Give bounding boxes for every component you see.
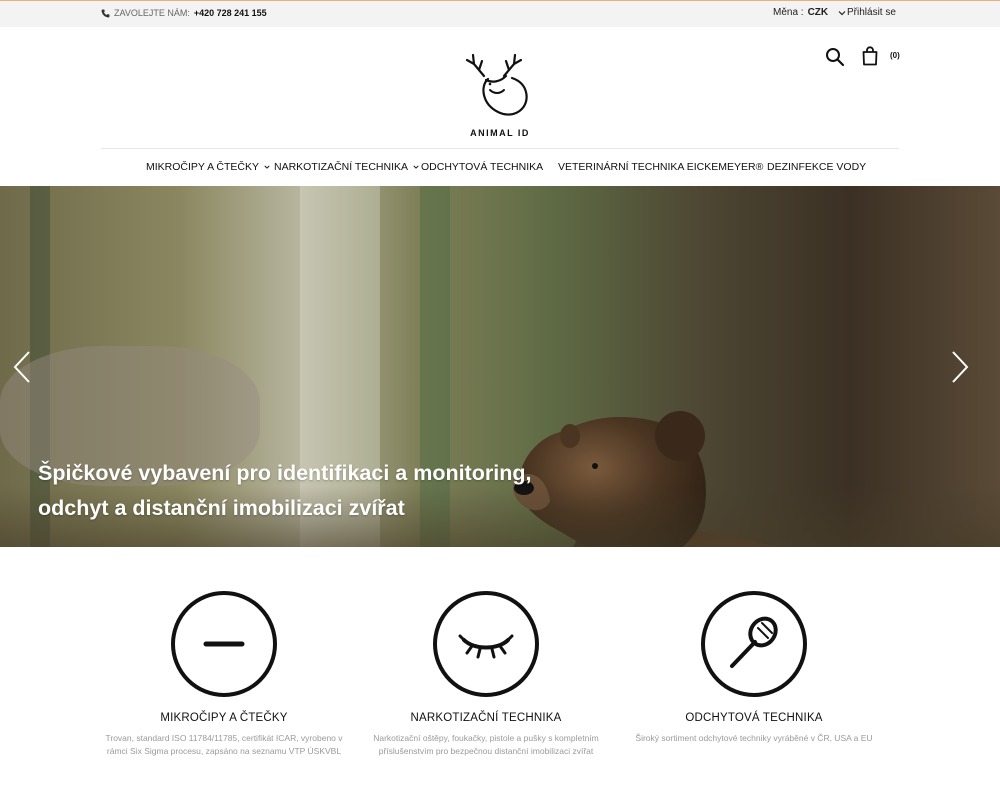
- login-link[interactable]: Přihlásit se: [847, 7, 896, 18]
- feature-title: MIKROČIPY A ČTEČKY: [160, 712, 288, 724]
- shopping-bag-icon[interactable]: [861, 46, 879, 66]
- nav-item-narcotic[interactable]: NARKOTIZAČNÍ TECHNIKA: [274, 161, 419, 173]
- nav-item-label: VETERINÁRNÍ TECHNIKA EICKEMEYER®: [558, 161, 764, 173]
- feature-description: Trovan, standard ISO 11784/11785, certif…: [105, 733, 343, 756]
- nav-item-capture[interactable]: ODCHYTOVÁ TECHNIKA: [421, 161, 543, 173]
- feature-capture[interactable]: ODCHYTOVÁ TECHNIKA Široký sortiment odch…: [624, 590, 884, 743]
- feature-description: Narkotizační oštěpy, foukačky, pistole a…: [373, 733, 599, 756]
- logo-text: ANIMAL ID: [470, 128, 530, 138]
- hero-headline: Špičkové vybavení pro identifikaci a mon…: [38, 456, 598, 526]
- feature-narcotic[interactable]: NARKOTIZAČNÍ TECHNIKA Narkotizační oštěp…: [356, 590, 616, 756]
- hero-line-1: Špičkové vybavení pro identifikaci a mon…: [38, 461, 532, 485]
- nav-item-label: ODCHYTOVÁ TECHNIKA: [421, 161, 544, 173]
- feature-title: NARKOTIZAČNÍ TECHNIKA: [410, 712, 562, 724]
- search-icon[interactable]: [825, 47, 845, 67]
- nav-item-label: NARKOTIZAČNÍ TECHNIKA: [274, 161, 408, 173]
- phone-contact[interactable]: ZAVOLEJTE NÁM: +420 728 241 155: [101, 8, 267, 18]
- hero-line-2: odchyt a distanční imobilizaci zvířat: [38, 496, 405, 520]
- chevron-down-icon: [838, 10, 846, 15]
- nav-item-disinfection[interactable]: DEZINFEKCE VODY: [767, 161, 866, 173]
- slider-next-arrow-icon[interactable]: [950, 350, 970, 384]
- cart-count[interactable]: (0): [890, 51, 900, 60]
- slider-prev-arrow-icon[interactable]: [12, 350, 32, 384]
- animal-id-logo[interactable]: [462, 46, 538, 140]
- main-nav: MIKROČIPY A ČTEČKY NARKOTIZAČNÍ TECHNIKA…: [0, 161, 1000, 177]
- nav-item-microchips[interactable]: MIKROČIPY A ČTEČKY: [146, 161, 270, 173]
- currency-value: CZK: [807, 7, 829, 18]
- top-bar: ZAVOLEJTE NÁM: +420 728 241 155 Měna : C…: [0, 0, 1000, 27]
- feature-title: ODCHYTOVÁ TECHNIKA: [685, 712, 823, 724]
- nav-divider: [101, 148, 899, 149]
- nav-item-veterinary[interactable]: VETERINÁRNÍ TECHNIKA EICKEMEYER®: [558, 161, 763, 173]
- call-label: ZAVOLEJTE NÁM:: [114, 8, 190, 18]
- currency-selector[interactable]: Měna : CZK: [773, 7, 846, 18]
- feature-microchips[interactable]: MIKROČIPY A ČTEČKY Trovan, standard ISO …: [94, 590, 354, 756]
- closed-eye-icon: [433, 591, 539, 697]
- microchip-icon: [171, 591, 277, 697]
- catch-net-icon: [701, 591, 807, 697]
- phone-number[interactable]: +420 728 241 155: [194, 8, 267, 18]
- feature-description: Široký sortiment odchytové techniky vyrá…: [635, 733, 873, 743]
- chevron-down-icon: [413, 165, 419, 169]
- chevron-down-icon: [264, 165, 270, 169]
- phone-icon: [101, 8, 110, 17]
- nav-item-label: DEZINFEKCE VODY: [767, 161, 867, 173]
- nav-item-label: MIKROČIPY A ČTEČKY: [146, 161, 260, 173]
- currency-label: Měna :: [773, 7, 804, 18]
